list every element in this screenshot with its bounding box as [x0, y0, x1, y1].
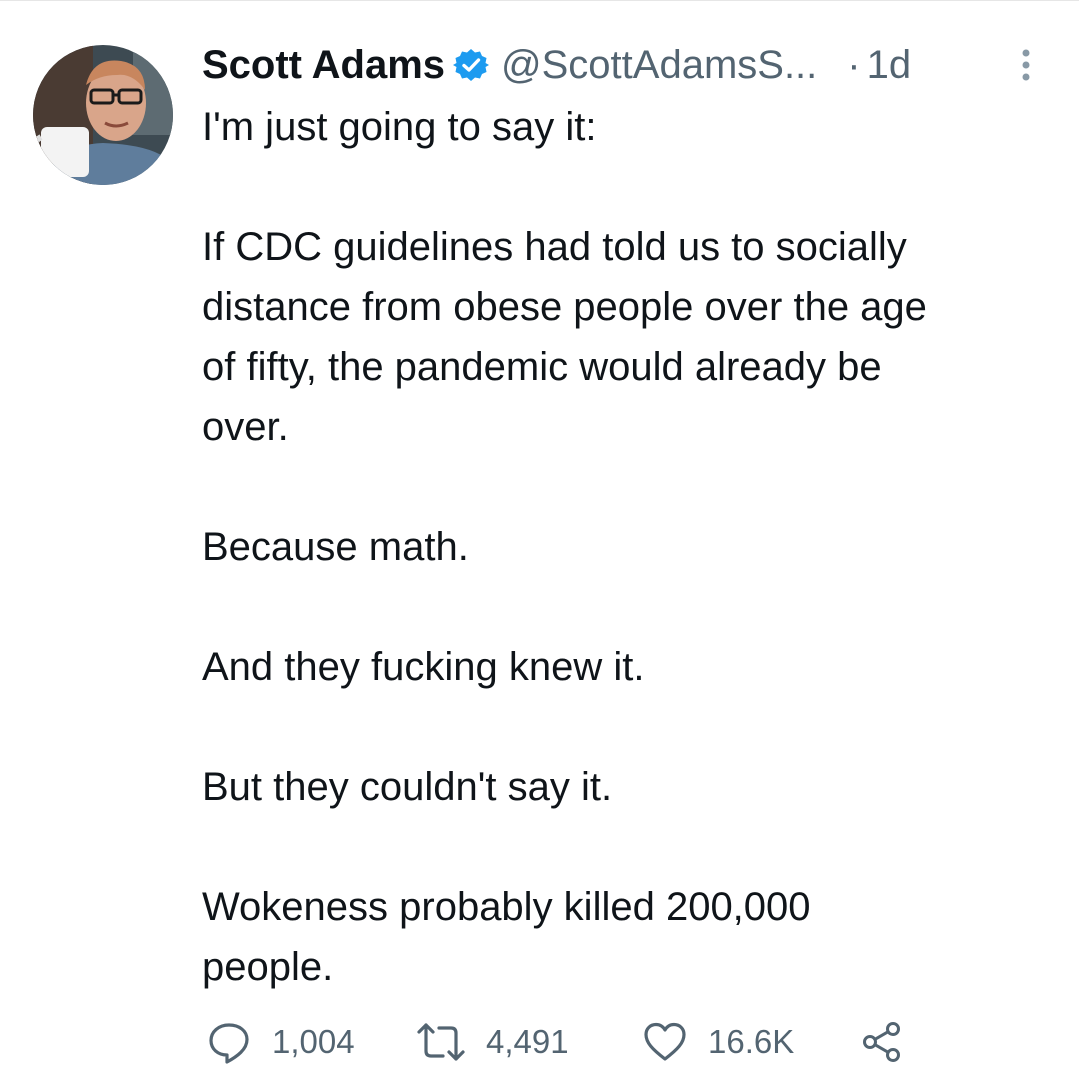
tweet-text-line: over.	[202, 405, 289, 449]
tweet-timestamp[interactable]: 1d	[867, 43, 912, 88]
tweet-text: I'm just going to say it: If CDC guideli…	[202, 97, 1052, 997]
author-display-name[interactable]: Scott Adams	[202, 43, 445, 88]
tweet-text-line: Because math.	[202, 525, 469, 569]
like-icon	[642, 1019, 688, 1065]
tweet-text-line: distance from obese people over the age	[202, 285, 927, 329]
header-separator: ·	[847, 42, 861, 87]
tweet-text-line: people.	[202, 945, 334, 989]
top-divider	[0, 0, 1079, 1]
reply-icon	[206, 1019, 252, 1065]
retweet-count: 4,491	[486, 1023, 569, 1060]
tweet-text-line: And they fucking knew it.	[202, 645, 645, 689]
retweet-icon	[416, 1019, 466, 1065]
tweet-text-line: Wokeness probably killed 200,000	[202, 885, 811, 929]
tweet-text-line: I'm just going to say it:	[202, 105, 597, 149]
like-button[interactable]: 16.6K	[642, 1016, 794, 1068]
tweet-text-line: of fifty, the pandemic would already be	[202, 345, 882, 389]
like-count: 16.6K	[708, 1023, 795, 1060]
reply-count: 1,004	[272, 1023, 355, 1060]
retweet-button[interactable]: 4,491	[416, 1016, 569, 1068]
more-options-icon[interactable]	[1016, 47, 1036, 87]
reply-button[interactable]: 1,004	[206, 1016, 355, 1068]
tweet-header: Scott Adams @ScottAdamsS... · 1d	[202, 40, 1052, 90]
author-handle[interactable]: @ScottAdamsS...	[501, 43, 817, 88]
tweet-text-line: If CDC guidelines had told us to sociall…	[202, 225, 907, 269]
share-button[interactable]	[860, 1016, 904, 1068]
tweet-text-line: But they couldn't say it.	[202, 765, 613, 809]
verified-badge-icon	[453, 47, 490, 83]
avatar[interactable]	[33, 45, 173, 185]
tweet-actions-bar: 1,004 4,491 16.6K	[206, 1016, 1066, 1068]
share-icon	[860, 1020, 904, 1064]
